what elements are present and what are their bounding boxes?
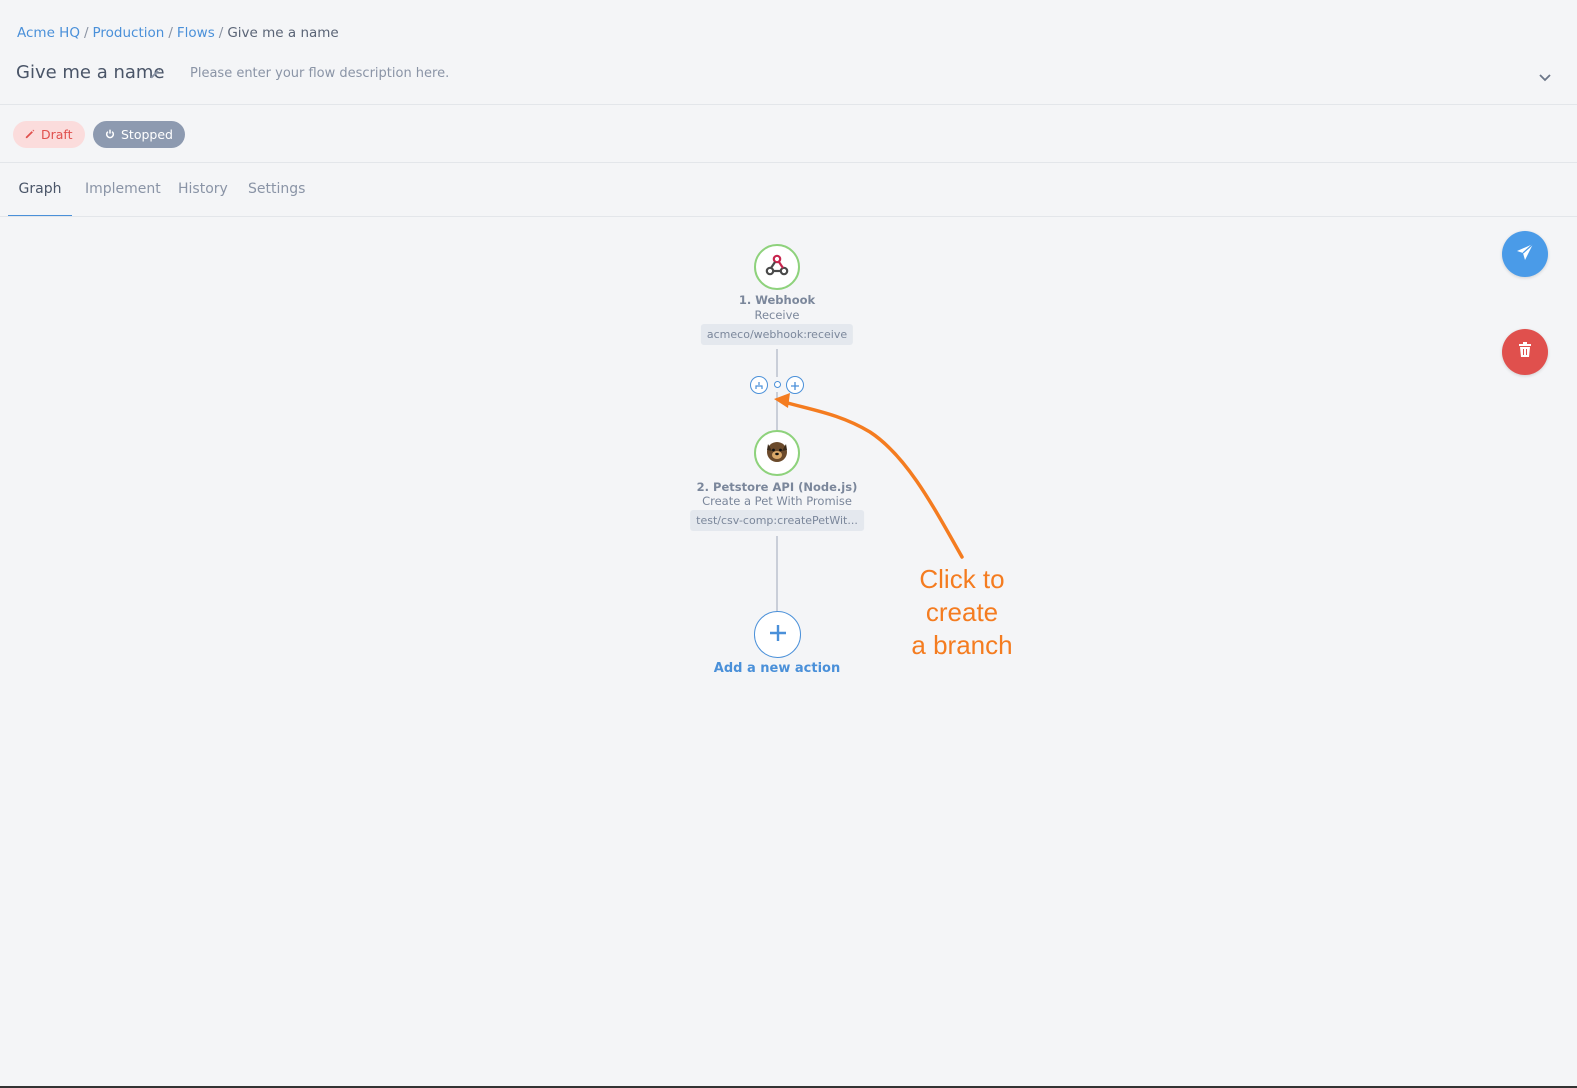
plus-icon xyxy=(769,624,787,646)
node-component-tag: acmeco/webhook:receive xyxy=(700,324,854,345)
add-action-button[interactable] xyxy=(754,611,801,658)
paper-plane-icon xyxy=(1515,242,1535,266)
tab-implement[interactable]: Implement xyxy=(85,163,161,217)
breadcrumb-current: Give me a name xyxy=(227,25,339,41)
breadcrumb-separator: / xyxy=(218,25,224,41)
draft-badge[interactable]: Draft xyxy=(13,121,85,148)
breadcrumb-link-workspace[interactable]: Production xyxy=(93,25,165,41)
draft-badge-label: Draft xyxy=(41,127,73,142)
breadcrumb-separator: / xyxy=(168,25,173,41)
pencil-icon[interactable] xyxy=(150,64,161,83)
branch-icon xyxy=(754,376,764,395)
petstore-dog-icon xyxy=(764,438,790,468)
plus-icon xyxy=(790,376,800,395)
trash-icon xyxy=(1518,342,1532,362)
breadcrumb: Acme HQ / Production / Flows / Give me a name xyxy=(17,25,339,41)
breadcrumb-link-org[interactable]: Acme HQ xyxy=(17,25,80,41)
annotation-callout: Click to create a branch xyxy=(882,563,1042,662)
publish-button[interactable] xyxy=(1502,231,1548,277)
flow-title[interactable]: Give me a name xyxy=(16,62,165,83)
node-title: 2. Petstore API (Node.js) xyxy=(696,480,858,494)
webhook-icon xyxy=(764,252,790,282)
tab-history[interactable]: History xyxy=(178,163,228,217)
divider xyxy=(0,162,1577,163)
stopped-badge-label: Stopped xyxy=(121,127,173,142)
tab-graph[interactable]: Graph xyxy=(8,163,72,217)
delete-flow-button[interactable] xyxy=(1502,329,1548,375)
node-title: 1. Webhook xyxy=(738,293,816,307)
stopped-badge[interactable]: Stopped xyxy=(93,121,185,148)
add-branch-button[interactable] xyxy=(750,376,768,394)
connector-line xyxy=(776,349,778,377)
divider xyxy=(0,216,1577,217)
node-subtitle: Create a Pet With Promise xyxy=(702,494,852,508)
chevron-down-icon[interactable] xyxy=(1539,67,1551,86)
webhook-node[interactable] xyxy=(754,244,800,290)
annotation-arrow xyxy=(774,393,964,559)
pencil-icon xyxy=(25,127,35,142)
add-action-label[interactable]: Add a new action xyxy=(714,661,840,676)
annotation-line-1: Click to create xyxy=(919,564,1005,627)
node-subtitle: Receive xyxy=(754,308,800,322)
divider xyxy=(0,104,1577,105)
breadcrumb-link-flows[interactable]: Flows xyxy=(177,25,215,41)
annotation-line-2: a branch xyxy=(911,630,1013,660)
breadcrumb-separator: / xyxy=(83,25,89,41)
add-step-button[interactable] xyxy=(786,376,804,394)
connector-dot xyxy=(774,381,781,388)
flow-description-input[interactable]: Please enter your flow description here. xyxy=(190,66,449,81)
connector-line xyxy=(776,536,778,612)
connector-line xyxy=(776,392,778,430)
petstore-node[interactable] xyxy=(754,430,800,476)
power-icon xyxy=(105,127,115,142)
tab-settings[interactable]: Settings xyxy=(248,163,305,217)
flow-header: Give me a name Please enter your flow de… xyxy=(16,62,1577,88)
node-component-tag: test/csv-comp:createPetWit... xyxy=(690,510,864,531)
